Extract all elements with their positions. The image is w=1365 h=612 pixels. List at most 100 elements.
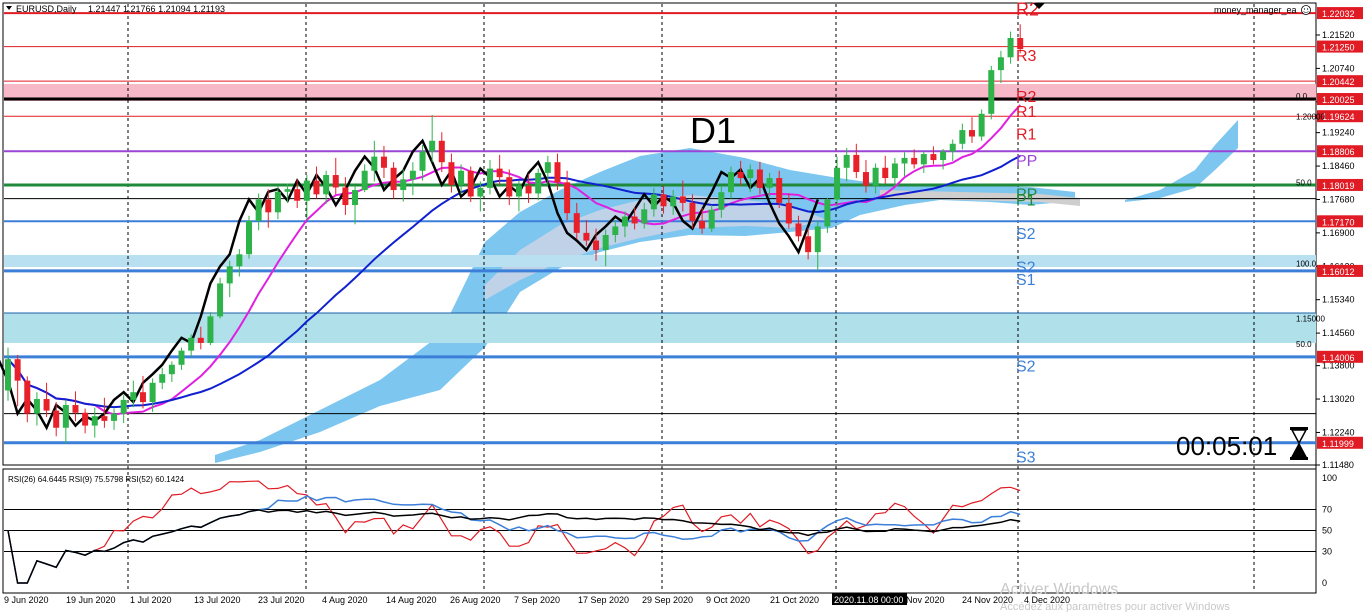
- level-badge-label: 1.11999: [1322, 439, 1354, 449]
- x-tick-label: 13 Jul 2020: [194, 595, 241, 605]
- candle-body: [544, 162, 551, 173]
- candle-body: [660, 194, 667, 207]
- candle-body: [390, 167, 397, 191]
- candle-body: [988, 70, 995, 114]
- y-tick-label: 1.21520: [1322, 30, 1355, 40]
- candle-body: [149, 382, 156, 403]
- candle-body: [448, 162, 455, 185]
- level-badge-label: 1.21250: [1322, 43, 1355, 53]
- candle-body: [583, 232, 590, 241]
- candle-body: [5, 359, 11, 391]
- level-badge-label: 1.20025: [1322, 95, 1355, 105]
- x-tick-label: Nov 2020: [906, 595, 945, 605]
- candle-body: [554, 162, 561, 183]
- candle-body: [197, 337, 204, 343]
- candle-body: [679, 196, 686, 203]
- candle-body: [43, 399, 50, 411]
- candle-body: [303, 180, 310, 201]
- rsi-tick-label: 50: [1322, 526, 1332, 536]
- candle-body: [602, 235, 609, 250]
- candle-body: [409, 170, 416, 180]
- chart-title: D1: [690, 110, 736, 151]
- chart-canvas[interactable]: R2R3R2R1R1PPPPP1S2S2S1S2S3 1.215201.2074…: [0, 0, 1365, 612]
- pivot-label: R1: [1016, 104, 1037, 121]
- candle-body: [120, 399, 127, 414]
- fib-label: 100.0: [1296, 260, 1317, 269]
- candle-body: [207, 316, 214, 343]
- candle-body: [785, 202, 792, 224]
- x-tick-label: 2020.11.08 00:00: [834, 595, 903, 605]
- pivot-label: R2: [1016, 0, 1039, 19]
- fib-label: 50.0: [1296, 178, 1312, 187]
- candle-body: [255, 199, 262, 221]
- candle-body: [159, 374, 166, 383]
- candle-body: [631, 216, 638, 224]
- candle-body: [487, 168, 493, 188]
- ea-smiley-icon[interactable]: [1301, 5, 1311, 15]
- pivot-label: PP: [1016, 153, 1037, 170]
- candle-body: [670, 196, 677, 207]
- candle-body: [400, 179, 407, 191]
- candle-body: [361, 170, 368, 191]
- candle-body: [699, 220, 706, 229]
- y-tick-label: 1.13020: [1322, 394, 1355, 404]
- candle-body: [53, 410, 60, 428]
- candle-body: [33, 399, 40, 414]
- x-tick-label: 19 Jun 2020: [66, 595, 116, 605]
- y-tick-label: 1.18460: [1322, 161, 1355, 171]
- x-tick-label: 9 Oct 2020: [706, 595, 750, 605]
- candle-body: [217, 283, 224, 317]
- level-badge-label: 1.18806: [1322, 147, 1355, 157]
- pivot-label: S3: [1016, 449, 1036, 466]
- countdown-timer: 00:05:01: [1176, 431, 1277, 461]
- candle-body: [294, 189, 301, 201]
- candle-body: [853, 154, 860, 173]
- candle-body: [564, 182, 571, 214]
- x-tick-label: 29 Sep 2020: [642, 595, 693, 605]
- candle-body: [168, 364, 175, 375]
- pivot-label: S2: [1016, 226, 1036, 243]
- x-tick-label: 9 Jun 2020: [4, 595, 49, 605]
- candle-body: [82, 412, 89, 426]
- level-badge-label: 1.22032: [1322, 9, 1355, 19]
- candle-body: [419, 151, 426, 171]
- candle-body: [940, 151, 947, 161]
- pivot-label: S1: [1016, 272, 1036, 289]
- candle-body: [593, 240, 600, 250]
- candle-body: [949, 143, 956, 152]
- candle-body: [313, 180, 320, 195]
- level-badge-label: 1.20442: [1322, 77, 1355, 87]
- candle-body: [111, 413, 118, 421]
- candle-body: [226, 266, 233, 284]
- candle-body: [284, 189, 291, 192]
- candle-body: [130, 392, 137, 400]
- candle-body: [246, 220, 252, 255]
- y-tick-label: 1.20740: [1322, 63, 1355, 73]
- candle-body: [515, 185, 522, 197]
- candle-body: [641, 209, 648, 224]
- candle-body: [621, 216, 628, 227]
- candle-body: [371, 156, 378, 171]
- candle-body: [323, 175, 330, 195]
- candle-body: [496, 168, 503, 178]
- candle-body: [882, 167, 889, 179]
- candle-body: [747, 169, 754, 179]
- candle-body: [814, 226, 821, 253]
- pivot-label: R3: [1016, 48, 1037, 65]
- candle-body: [62, 405, 69, 428]
- candle-body: [650, 194, 657, 210]
- fib-label: 50.0: [1296, 340, 1312, 349]
- candle-body: [236, 254, 243, 267]
- y-tick-label: 1.11480: [1322, 460, 1354, 470]
- candle-body: [843, 154, 850, 168]
- pivot-label: P1: [1016, 192, 1036, 209]
- level-badge-label: 1.14006: [1322, 353, 1355, 363]
- pivot-label: S2: [1016, 359, 1036, 376]
- candle-body: [959, 130, 966, 144]
- candle-body: [274, 191, 281, 213]
- x-tick-label: 4 Aug 2020: [322, 595, 368, 605]
- candle-body: [429, 140, 436, 152]
- rsi-tick-label: 100: [1322, 473, 1337, 483]
- ohlc-values: 1.21447 1.21766 1.21094 1.21193: [88, 4, 225, 14]
- candle-body: [525, 185, 532, 194]
